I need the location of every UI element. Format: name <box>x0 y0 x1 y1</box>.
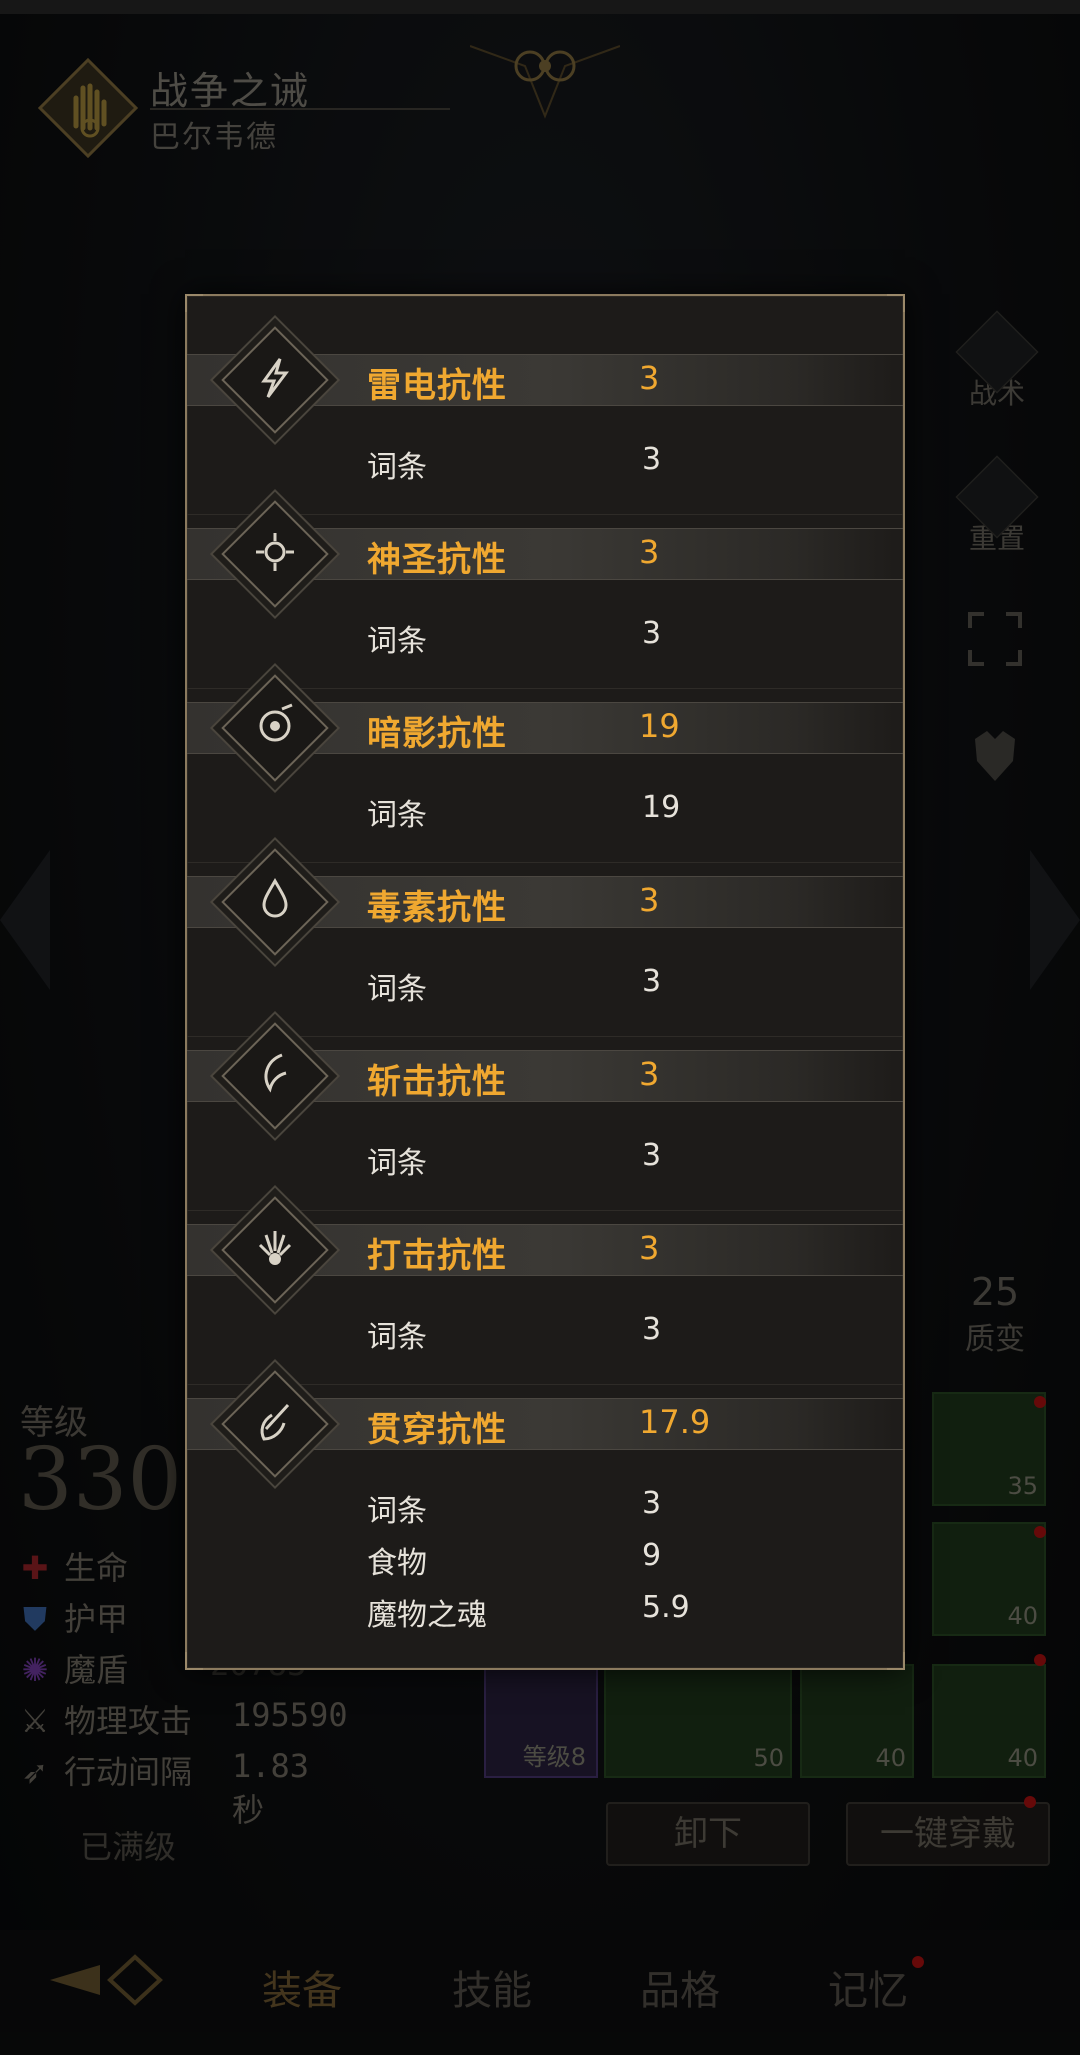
holy-icon <box>252 529 298 579</box>
resistance-value: 3 <box>639 359 660 397</box>
slash-icon <box>252 1051 298 1101</box>
resistance-icon-frame <box>221 674 329 782</box>
resistance-name: 打击抗性 <box>367 1236 507 1276</box>
source-value: 3 <box>642 1486 662 1521</box>
source-label: 词条 <box>367 1494 427 1529</box>
resistance-value: 19 <box>639 707 680 745</box>
corner-ornament <box>887 294 905 312</box>
resistance-name: 雷电抗性 <box>367 366 507 406</box>
source-value: 5.9 <box>642 1590 690 1625</box>
source-label: 词条 <box>367 1146 427 1181</box>
corner-ornament <box>185 1652 203 1670</box>
blunt-icon <box>252 1225 298 1275</box>
corner-ornament <box>185 294 203 312</box>
source-label: 食物 <box>367 1546 427 1581</box>
resistance-value: 3 <box>639 881 660 919</box>
resistance-icon-frame <box>221 1196 329 1304</box>
resistance-value: 3 <box>639 1055 660 1093</box>
source-value: 3 <box>642 964 662 999</box>
resistance-value: 3 <box>639 1229 660 1267</box>
source-value: 3 <box>642 1312 662 1347</box>
source-label: 魔物之魂 <box>367 1598 487 1633</box>
source-label: 词条 <box>367 450 427 485</box>
resistance-icon-frame <box>221 1370 329 1478</box>
resistance-detail-popup: 雷电抗性 3 词条 3 神圣抗性 3 词条 3 暗影抗性 19 词条 19 毒素… <box>185 294 905 1670</box>
source-value: 3 <box>642 442 662 477</box>
resistance-value: 17.9 <box>639 1403 711 1441</box>
source-value: 9 <box>642 1538 662 1573</box>
lightning-icon <box>252 355 298 405</box>
source-label: 词条 <box>367 798 427 833</box>
resistance-icon-frame <box>221 848 329 956</box>
poison-icon <box>252 877 298 927</box>
resistance-name: 神圣抗性 <box>367 540 507 580</box>
corner-ornament <box>887 1652 905 1670</box>
resistance-icon-frame <box>221 326 329 434</box>
source-label: 词条 <box>367 972 427 1007</box>
source-label: 词条 <box>367 624 427 659</box>
resistance-value: 3 <box>639 533 660 571</box>
resistance-name: 暗影抗性 <box>367 714 507 754</box>
resistance-name: 斩击抗性 <box>367 1062 507 1102</box>
divider <box>187 1210 903 1211</box>
divider <box>187 688 903 689</box>
resistance-icon-frame <box>221 1022 329 1130</box>
resistance-name: 贯穿抗性 <box>367 1410 507 1450</box>
shadow-icon <box>252 703 298 753</box>
source-value: 3 <box>642 616 662 651</box>
divider <box>187 1384 903 1385</box>
divider <box>187 862 903 863</box>
resistance-icon-frame <box>221 500 329 608</box>
divider <box>187 1036 903 1037</box>
source-value: 19 <box>642 790 681 825</box>
pierce-icon <box>252 1399 298 1449</box>
source-label: 词条 <box>367 1320 427 1355</box>
resistance-name: 毒素抗性 <box>367 888 507 928</box>
source-value: 3 <box>642 1138 662 1173</box>
divider <box>187 514 903 515</box>
